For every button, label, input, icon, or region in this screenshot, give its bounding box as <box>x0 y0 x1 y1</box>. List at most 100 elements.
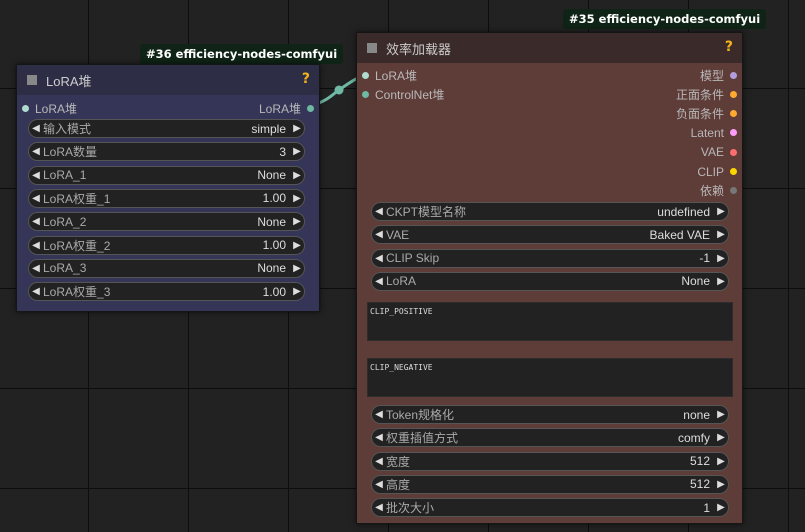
input-label: ControlNet堆 <box>375 88 445 102</box>
combo-widget[interactable]: ◀ LoRA_1 None ▶ <box>28 165 305 185</box>
arrow-left-icon[interactable]: ◀ <box>372 276 386 287</box>
widget-label: LoRA_3 <box>43 261 87 276</box>
combo-widget[interactable]: ◀ 输入模式 simple ▶ <box>28 119 305 138</box>
arrow-left-icon[interactable]: ◀ <box>29 123 43 134</box>
widget-value: 1.00 <box>262 238 286 252</box>
output-label: LoRA堆 <box>258 101 301 116</box>
arrow-right-icon[interactable]: ▶ <box>714 456 728 467</box>
widget-value: 3 <box>279 144 286 159</box>
arrow-left-icon[interactable]: ◀ <box>29 263 43 274</box>
combo-widget[interactable]: ◀ 高度 512 ▶ <box>371 474 729 494</box>
output-label: 正面条件 <box>675 87 724 102</box>
combo-widget[interactable]: ◀ 批次大小 1 ▶ <box>371 498 729 518</box>
clip-negative-textbox[interactable]: CLIP_NEGATIVE <box>367 358 733 397</box>
arrow-right-icon[interactable]: ▶ <box>290 263 304 274</box>
arrow-left-icon[interactable]: ◀ <box>372 253 386 264</box>
output-slot[interactable]: VAE <box>701 143 737 161</box>
widget-label: LoRA权重_1 <box>43 191 111 206</box>
arrow-right-icon[interactable]: ▶ <box>290 193 304 204</box>
widget-value: 1.00 <box>262 284 286 299</box>
arrow-right-icon[interactable]: ▶ <box>290 170 304 181</box>
output-dot-icon <box>730 187 737 195</box>
output-slot[interactable]: 依赖 <box>700 182 737 200</box>
arrow-left-icon[interactable]: ◀ <box>372 456 386 467</box>
arrow-left-icon[interactable]: ◀ <box>372 206 386 217</box>
widget-value: comfy <box>677 430 710 445</box>
widget-label: LoRA_1 <box>43 168 87 183</box>
arrow-right-icon[interactable]: ▶ <box>714 206 728 217</box>
combo-widget[interactable]: ◀ LoRA None ▶ <box>371 271 729 291</box>
node-badge-35: #35 efficiency-nodes-comfyui <box>563 9 767 29</box>
output-slot[interactable]: CLIP <box>697 163 737 181</box>
combo-widget[interactable]: ◀ Token规格化 none ▶ <box>371 405 729 424</box>
arrow-right-icon[interactable]: ▶ <box>290 216 304 227</box>
arrow-left-icon[interactable]: ◀ <box>29 193 43 204</box>
output-dot-icon <box>730 148 737 156</box>
widget-value: undefined <box>657 204 710 219</box>
arrow-right-icon[interactable]: ▶ <box>290 123 304 134</box>
arrow-right-icon[interactable]: ▶ <box>714 479 728 490</box>
arrow-left-icon[interactable]: ◀ <box>372 502 386 513</box>
clip-positive-textbox[interactable]: CLIP_POSITIVE <box>367 302 733 341</box>
output-slot-lora-stack[interactable]: LoRA堆 <box>259 99 314 117</box>
output-slot[interactable]: 正面条件 <box>676 85 737 103</box>
widget-label: LoRA权重_2 <box>43 238 111 253</box>
node-badge-36: #36 efficiency-nodes-comfyui <box>140 44 344 64</box>
combo-widget[interactable]: ◀ LoRA权重_1 1.00 ▶ <box>28 188 305 208</box>
output-label: VAE <box>700 145 724 160</box>
arrow-left-icon[interactable]: ◀ <box>29 240 43 251</box>
node-title-bar[interactable]: 效率加载器 ? <box>357 33 742 63</box>
output-slot[interactable]: 模型 <box>700 66 737 84</box>
help-icon[interactable]: ? <box>302 71 310 87</box>
widget-value: none <box>683 407 710 422</box>
input-slot[interactable]: LoRA堆 <box>362 66 417 84</box>
node-title: LoRA堆 <box>46 73 92 89</box>
output-slot[interactable]: 负面条件 <box>676 105 737 123</box>
arrow-left-icon[interactable]: ◀ <box>29 286 43 297</box>
arrow-right-icon[interactable]: ▶ <box>714 253 728 264</box>
arrow-right-icon[interactable]: ▶ <box>290 146 304 157</box>
help-icon[interactable]: ? <box>725 39 733 55</box>
arrow-left-icon[interactable]: ◀ <box>372 229 386 240</box>
arrow-right-icon[interactable]: ▶ <box>714 432 728 443</box>
node-graph-canvas[interactable]: #36 efficiency-nodes-comfyui LoRA堆 ? LoR… <box>0 0 805 532</box>
combo-widget[interactable]: ◀ LoRA权重_3 1.00 ▶ <box>28 282 305 302</box>
arrow-left-icon[interactable]: ◀ <box>29 146 43 157</box>
combo-widget[interactable]: ◀ CKPT模型名称 undefined ▶ <box>371 202 729 221</box>
combo-widget[interactable]: ◀ LoRA数量 3 ▶ <box>28 142 305 162</box>
arrow-left-icon[interactable]: ◀ <box>372 409 386 420</box>
arrow-right-icon[interactable]: ▶ <box>290 240 304 251</box>
input-slot-lora-stack[interactable]: LoRA堆 <box>22 99 77 117</box>
widget-value: -1 <box>699 251 710 266</box>
output-dot-icon <box>730 129 737 137</box>
clip-positive-text: CLIP_POSITIVE <box>370 307 433 316</box>
widget-label: 高度 <box>386 477 411 492</box>
efficient-loader-node[interactable]: 效率加载器 ? LoRA堆 ControlNet堆 模型正面条件负面条件 Laten… <box>356 32 743 524</box>
input-slot[interactable]: ControlNet堆 <box>362 86 444 104</box>
arrow-right-icon[interactable]: ▶ <box>290 286 304 297</box>
combo-widget[interactable]: ◀ VAE Baked VAE ▶ <box>371 225 729 245</box>
lora-stack-node[interactable]: LoRA堆 ? LoRA堆 LoRA堆 ◀ 输入模式 simple ▶ ◀ LoRA数量 3… <box>16 64 320 312</box>
node-title-bar[interactable]: LoRA堆 ? <box>17 65 319 95</box>
arrow-left-icon[interactable]: ◀ <box>29 216 43 227</box>
arrow-right-icon[interactable]: ▶ <box>714 409 728 420</box>
input-label: LoRA堆 <box>35 101 78 116</box>
combo-widget[interactable]: ◀ 权重插值方式 comfy ▶ <box>371 428 729 448</box>
combo-widget[interactable]: ◀ LoRA_2 None ▶ <box>28 212 305 232</box>
arrow-right-icon[interactable]: ▶ <box>714 276 728 287</box>
arrow-left-icon[interactable]: ◀ <box>372 479 386 490</box>
combo-widget[interactable]: ◀ 宽度 512 ▶ <box>371 451 729 471</box>
output-dot-icon <box>730 90 737 98</box>
output-label: 模型 <box>699 68 724 83</box>
collapse-icon[interactable] <box>367 43 377 53</box>
combo-widget[interactable]: ◀ LoRA_3 None ▶ <box>28 258 305 278</box>
combo-widget[interactable]: ◀ CLIP Skip -1 ▶ <box>371 248 729 268</box>
arrow-right-icon[interactable]: ▶ <box>714 502 728 513</box>
output-slot[interactable]: Latent <box>691 124 737 142</box>
arrow-right-icon[interactable]: ▶ <box>714 229 728 240</box>
arrow-left-icon[interactable]: ◀ <box>29 170 43 181</box>
arrow-left-icon[interactable]: ◀ <box>372 432 386 443</box>
output-dot-icon <box>730 110 737 118</box>
combo-widget[interactable]: ◀ LoRA权重_2 1.00 ▶ <box>28 235 305 255</box>
collapse-icon[interactable] <box>27 75 37 85</box>
